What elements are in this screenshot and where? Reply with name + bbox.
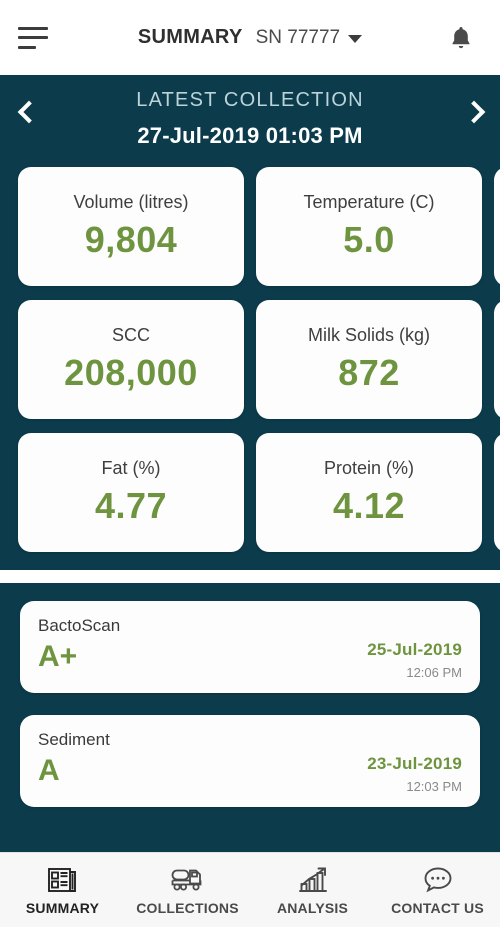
- bell-icon[interactable]: [444, 21, 478, 55]
- metric-value: 9,804: [84, 219, 178, 261]
- nav-item-label: CONTACT US: [391, 899, 484, 916]
- metric-card[interactable]: Temperature (C) 5.0: [256, 167, 482, 286]
- chevron-left-icon: [17, 100, 40, 124]
- metric-card[interactable]: Milk Solids (kg) 872: [256, 300, 482, 419]
- metric-value: 208,000: [64, 352, 198, 394]
- hamburger-line: [18, 36, 48, 39]
- tanker-truck-icon: [171, 865, 205, 895]
- test-result-card[interactable]: BactoScan A+ 25-Jul-2019 12:06 PM: [20, 601, 480, 693]
- metrics-section: Volume (litres) 9,804 Temperature (C) 5.0 SC…: [0, 157, 500, 570]
- carousel-next-button[interactable]: [456, 89, 496, 135]
- metric-label: Protein (%): [323, 457, 415, 478]
- newspaper-icon: [47, 865, 78, 895]
- carousel-next-page-preview: [494, 167, 500, 552]
- nav-item-label: COLLECTIONS: [136, 899, 239, 916]
- peek-card: [494, 433, 500, 552]
- hamburger-icon[interactable]: [18, 26, 48, 49]
- bar-chart-trend-icon: [298, 865, 328, 895]
- test-result-card[interactable]: Sediment A 23-Jul-2019 12:03 PM: [20, 715, 480, 807]
- metric-label: SCC: [111, 324, 150, 345]
- collection-carousel-header: LATEST COLLECTION 27-Jul-2019 01:03 PM: [0, 75, 500, 157]
- test-time: 12:03 PM: [406, 779, 462, 794]
- chevron-down-icon: [348, 35, 363, 43]
- peek-card: [494, 300, 500, 419]
- test-date: 23-Jul-2019: [367, 754, 462, 773]
- nav-item-collections[interactable]: COLLECTIONS: [125, 853, 250, 927]
- nav-item-label: SUMMARY: [25, 899, 100, 916]
- chevron-right-icon: [462, 100, 485, 124]
- metric-card[interactable]: SCC 208,000: [18, 300, 244, 419]
- test-name: BactoScan: [38, 616, 121, 635]
- carousel-label: LATEST COLLECTION: [136, 89, 364, 111]
- metric-card[interactable]: Protein (%) 4.12: [256, 433, 482, 552]
- bottom-navigation: SUMMARY COLLECTIONS ANALYSIS CONTACT US: [0, 852, 500, 927]
- metric-label: Temperature (C): [303, 191, 435, 212]
- nav-item-label: ANALYSIS: [276, 899, 349, 916]
- serial-number-label: SN 77777: [255, 26, 341, 48]
- hamburger-line: [18, 45, 36, 49]
- app-bar: SUMMARY SN 77777: [0, 0, 500, 75]
- chat-bubble-icon: [423, 865, 453, 895]
- hamburger-line: [18, 26, 48, 30]
- app-bar-center: SUMMARY SN 77777: [0, 26, 500, 49]
- serial-number-dropdown[interactable]: SN 77777: [256, 27, 363, 49]
- metrics-grid: Volume (litres) 9,804 Temperature (C) 5.0 SC…: [0, 167, 500, 552]
- metric-label: Volume (litres): [73, 191, 189, 212]
- test-date: 25-Jul-2019: [367, 640, 462, 659]
- metric-label: Milk Solids (kg): [307, 324, 431, 345]
- app-root: SUMMARY SN 77777 LATEST COLLECTION 27-Ju…: [0, 0, 500, 927]
- section-divider: [0, 570, 500, 583]
- metric-value: 4.12: [332, 485, 406, 527]
- metric-value: 4.77: [94, 485, 168, 527]
- test-meta: 23-Jul-2019 12:03 PM: [367, 754, 462, 794]
- nav-item-analysis[interactable]: ANALYSIS: [250, 853, 375, 927]
- metric-value: 5.0: [343, 219, 395, 261]
- test-name: Sediment: [38, 730, 110, 749]
- nav-item-summary[interactable]: SUMMARY: [0, 853, 125, 927]
- metric-card[interactable]: Fat (%) 4.77: [18, 433, 244, 552]
- page-title: SUMMARY: [137, 26, 243, 48]
- test-meta: 25-Jul-2019 12:06 PM: [367, 640, 462, 680]
- metric-label: Fat (%): [101, 457, 161, 478]
- carousel-prev-button[interactable]: [6, 89, 46, 135]
- carousel-date: 27-Jul-2019 01:03 PM: [137, 123, 363, 148]
- test-time: 12:06 PM: [406, 665, 462, 680]
- nav-item-contact-us[interactable]: CONTACT US: [375, 853, 500, 927]
- metric-card[interactable]: Volume (litres) 9,804: [18, 167, 244, 286]
- metric-value: 872: [338, 352, 400, 394]
- test-results-list: BactoScan A+ 25-Jul-2019 12:06 PM Sediment A 2…: [0, 583, 500, 852]
- peek-card: [494, 167, 500, 286]
